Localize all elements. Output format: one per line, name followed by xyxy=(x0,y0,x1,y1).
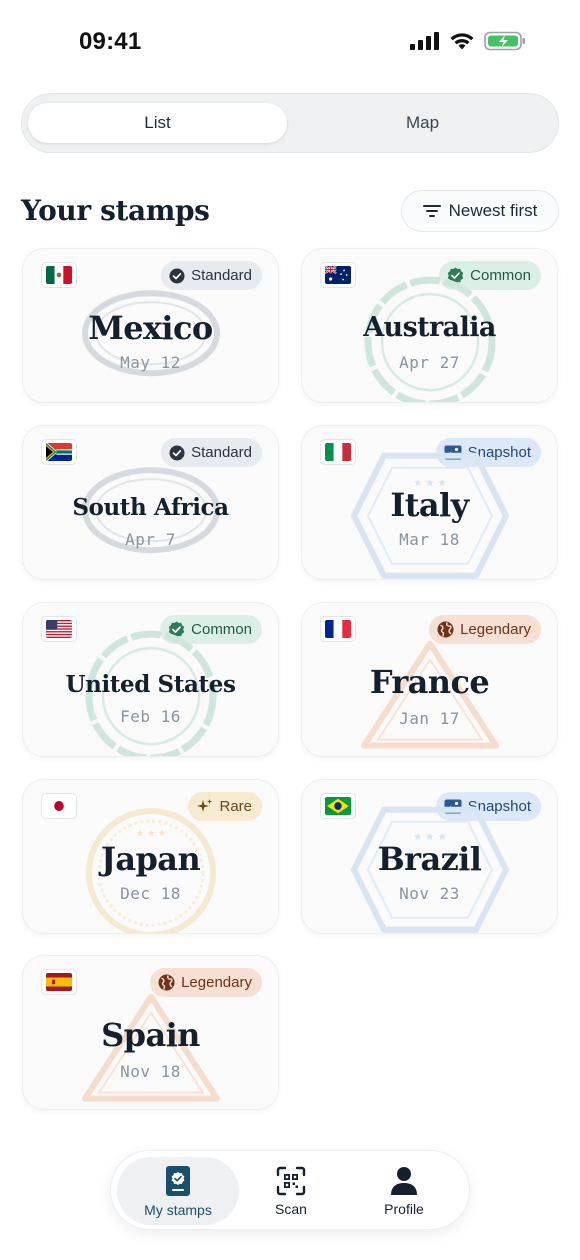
italy-flag-icon xyxy=(320,439,356,465)
status-badge: Legendary xyxy=(429,615,541,644)
status-badge: Snapshot xyxy=(435,438,541,467)
nav-profile[interactable]: Profile xyxy=(351,1157,457,1225)
stamp-date: Feb 16 xyxy=(120,707,181,726)
sort-label: Newest first xyxy=(448,201,538,220)
stamp-country: Australia xyxy=(363,312,496,343)
stamp-country: Brazil xyxy=(377,840,482,878)
badge-label: Snapshot xyxy=(467,444,531,461)
stamp-date: Apr 7 xyxy=(125,530,176,549)
stamp-card-united-states[interactable]: Common United States Feb 16 xyxy=(22,602,279,757)
tab-map[interactable]: Map xyxy=(293,103,552,143)
badge-label: Rare xyxy=(219,798,252,815)
stamp-date: Apr 27 xyxy=(399,353,460,372)
nav-scan[interactable]: Scan xyxy=(246,1157,336,1225)
stamp-card-brazil[interactable]: Snapshot ★ ★ ★ Brazil Nov 23 xyxy=(301,779,558,934)
verified-badge-icon xyxy=(447,267,464,284)
check-circle-icon xyxy=(169,268,185,283)
stamp-country: France xyxy=(369,663,490,701)
us-flag-icon xyxy=(41,616,77,642)
image-icon xyxy=(444,799,462,814)
page-title: Your stamps xyxy=(21,194,210,227)
status-icons xyxy=(410,31,526,51)
status-bar: 09:41 xyxy=(0,0,580,86)
japan-flag-icon xyxy=(41,793,77,819)
nav-label: Scan xyxy=(275,1200,307,1217)
bottom-nav: My stamps Scan Profile xyxy=(110,1150,470,1230)
stamp-date: Nov 18 xyxy=(120,1062,181,1081)
spain-flag-icon xyxy=(41,969,77,995)
nav-label: My stamps xyxy=(144,1201,212,1218)
qr-scan-icon xyxy=(276,1166,306,1195)
person-icon xyxy=(391,1166,417,1195)
stamp-country: United States xyxy=(65,671,236,698)
stamp-country: Mexico xyxy=(88,309,213,347)
stamp-date: Dec 18 xyxy=(120,884,181,903)
stamp-card-australia[interactable]: Common Australia Apr 27 xyxy=(301,248,558,403)
stamp-date: May 12 xyxy=(120,353,181,372)
south-africa-flag-icon xyxy=(41,439,77,465)
brazil-flag-icon xyxy=(320,793,356,819)
stamp-date: Jan 17 xyxy=(399,709,460,728)
stamp-card-spain[interactable]: Legendary Spain Nov 18 xyxy=(22,955,279,1110)
status-badge: Standard xyxy=(161,261,262,290)
mexico-flag-icon xyxy=(41,262,77,288)
stamp-card-mexico[interactable]: Standard Mexico May 12 xyxy=(22,248,279,403)
status-badge: Snapshot xyxy=(435,792,541,821)
passport-icon xyxy=(166,1165,190,1196)
sparkle-icon xyxy=(197,799,213,812)
check-circle-icon xyxy=(169,445,185,460)
globe-icon xyxy=(158,974,175,991)
svg-text:★ ★ ★: ★ ★ ★ xyxy=(136,829,166,839)
badge-label: Standard xyxy=(191,267,252,284)
status-badge: Rare xyxy=(188,792,262,821)
view-toggle: List Map xyxy=(21,93,559,153)
sort-button[interactable]: Newest first xyxy=(401,190,559,232)
sort-lines-icon xyxy=(422,205,441,217)
stamp-card-japan[interactable]: Rare ★ ★ ★ Japan Dec 18 xyxy=(22,779,279,934)
status-badge: Legendary xyxy=(150,968,262,997)
cellular-signal-icon xyxy=(410,32,439,50)
badge-label: Common xyxy=(470,267,531,284)
badge-label: Common xyxy=(191,621,252,638)
battery-charging-icon xyxy=(484,31,525,51)
wifi-icon xyxy=(450,32,474,49)
image-icon xyxy=(444,445,462,460)
verified-badge-icon xyxy=(168,621,185,638)
stamp-card-south-africa[interactable]: Standard South Africa Apr 7 xyxy=(22,425,279,580)
status-time: 09:41 xyxy=(79,28,142,55)
globe-icon xyxy=(437,621,454,638)
status-badge: Common xyxy=(160,615,262,644)
stamp-country: South Africa xyxy=(72,494,229,521)
stamp-country: Japan xyxy=(100,840,201,878)
stamp-date: Nov 23 xyxy=(399,884,460,903)
status-badge: Standard xyxy=(161,438,262,467)
stamp-country: Spain xyxy=(101,1016,200,1054)
status-badge: Common xyxy=(439,261,541,290)
australia-flag-icon xyxy=(320,262,356,288)
stamp-date: Mar 18 xyxy=(399,530,460,549)
badge-label: Standard xyxy=(191,444,252,461)
stamp-country: Italy xyxy=(390,486,469,524)
badge-label: Legendary xyxy=(460,621,531,638)
stamp-card-france[interactable]: Legendary France Jan 17 xyxy=(301,602,558,757)
badge-label: Legendary xyxy=(181,974,252,991)
nav-label: Profile xyxy=(384,1200,424,1217)
tab-list[interactable]: List xyxy=(28,103,287,143)
badge-label: Snapshot xyxy=(467,798,531,815)
france-flag-icon xyxy=(320,616,356,642)
nav-my-stamps[interactable]: My stamps xyxy=(117,1157,239,1225)
stamp-card-italy[interactable]: Snapshot ★ ★ ★ Italy Mar 18 xyxy=(301,425,558,580)
